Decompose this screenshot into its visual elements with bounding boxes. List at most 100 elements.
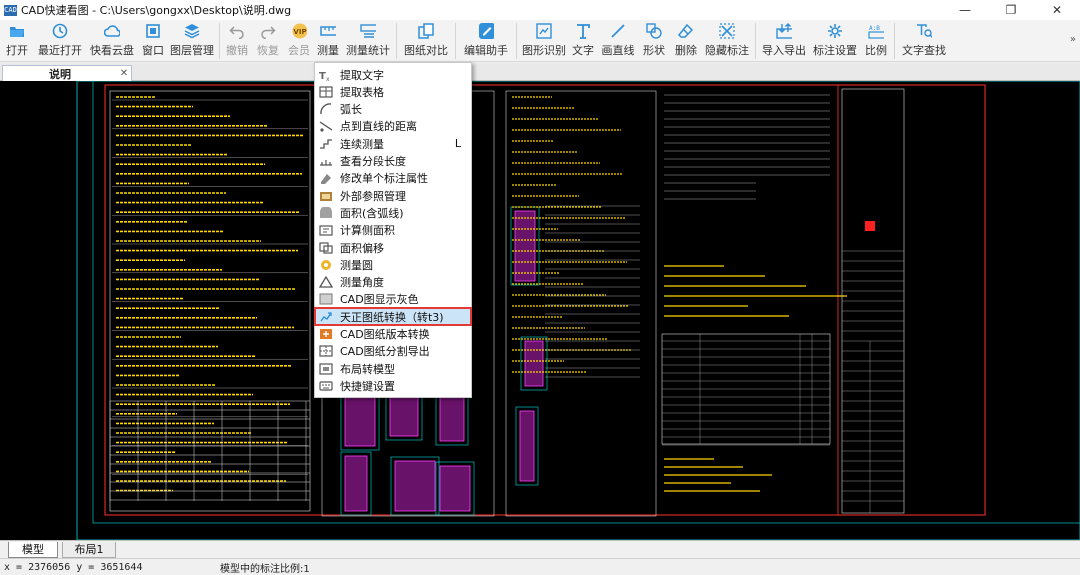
gray-display-icon [319,293,333,306]
close-tab-icon[interactable]: ✕ [117,68,131,79]
mark-settings-button[interactable]: 标注设置 [809,20,861,62]
undo-button[interactable]: 撤销 [223,20,251,62]
toolbar-divider [894,23,895,59]
status-bar: x = 2376056 y = 3651644 模型中的标注比例:1 [0,558,1080,575]
menu-item[interactable]: 查看分段长度 [315,153,471,170]
drawing-frame [104,84,986,516]
recent-files-button[interactable]: 最近打开 [34,20,86,62]
folder-open-icon [9,23,25,39]
menu-item[interactable]: 连续测量 L [315,135,471,152]
extract-table-icon [319,85,333,98]
gear-icon [827,23,843,39]
svg-text:VIP: VIP [293,28,306,36]
restore-button[interactable]: ❐ [988,0,1034,20]
tab-layout1[interactable]: 布局1 [62,542,116,558]
menu-item-label: CAD图纸版本转换 [340,328,430,341]
menu-item-shortcut: L [454,137,461,151]
cad-viewer-window: CAD CAD快速看图 - C:\Users\gongxx\Desktop\说明… [0,0,1080,575]
vip-button[interactable]: VIP 会员 [285,20,313,62]
menu-item[interactable]: CAD图纸分割导出 [315,343,471,360]
menu-item[interactable]: 测量角度 [315,274,471,291]
menu-item-label: 提取文字 [340,68,384,82]
more-tools-menu: Tx 提取文字 提取表格弧长点到直线的距离 连续测量 L 查看分段长度修改单个标注属性外部… [314,62,472,398]
hide-marks-label: 隐藏标注 [705,44,749,57]
arc-length-icon [319,103,333,116]
edit-mark-icon [319,172,333,185]
title-bar: CAD CAD快速看图 - C:\Users\gongxx\Desktop\说明… [0,0,1080,20]
compare-label: 图纸对比 [404,44,448,57]
eraser-icon [678,23,694,39]
menu-item-label: 外部参照管理 [340,189,406,203]
toolbar-overflow-icon[interactable]: » [1070,34,1076,45]
scale-button[interactable]: A:B 比例 [861,20,891,62]
app-logo-icon: CAD [4,4,17,16]
hide-marks-icon [719,23,735,39]
text-search-button[interactable]: 文字查找 [898,20,950,62]
menu-item[interactable]: Tx 提取文字 [315,66,471,83]
cloud-drive-button[interactable]: 快看云盘 [86,20,138,62]
menu-item[interactable]: 修改单个标注属性 [315,170,471,187]
menu-item-label: 连续测量 [340,137,384,151]
menu-item-label: 点到直线的距离 [340,120,417,134]
window-controls: — ❐ ✕ [942,0,1080,20]
delete-button[interactable]: 删除 [670,20,702,62]
recent-label: 最近打开 [38,44,82,57]
main-toolbar: 打开 最近打开 快看云盘 窗口 图层管理 撤销 恢复 VIP 会员 测量 测量统… [0,20,1080,62]
shape-icon [646,23,662,39]
layer-manager-button[interactable]: 图层管理 [168,20,216,62]
menu-item[interactable]: 外部参照管理 [315,187,471,204]
shape-button[interactable]: 形状 [638,20,670,62]
toolbar-divider [396,23,397,59]
document-tab[interactable]: 说明 ✕ [2,65,132,81]
menu-item[interactable]: 提取表格 [315,83,471,100]
cloud-label: 快看云盘 [90,44,134,57]
toolbar-divider [516,23,517,59]
version-convert-icon [319,328,333,341]
menu-item[interactable]: 布局转模型 [315,360,471,377]
menu-item[interactable]: 面积偏移 [315,239,471,256]
line-icon [610,23,626,39]
section-hatch [344,455,368,512]
drawing-canvas[interactable] [0,81,1080,540]
open-button[interactable]: 打开 [0,20,34,62]
compare-drawings-button[interactable]: 图纸对比 [400,20,452,62]
split-export-icon [319,345,333,358]
layers-label: 图层管理 [170,44,214,57]
hide-marks-button[interactable]: 隐藏标注 [702,20,752,62]
assistant-label: 编辑助手 [464,44,508,57]
menu-item[interactable]: CAD图显示灰色 [315,291,471,308]
vip-badge-icon: VIP [291,23,307,39]
menu-item-label: 查看分段长度 [340,155,406,168]
menu-item-label: 弧长 [340,103,362,117]
menu-item[interactable]: 点到直线的距离 [315,118,471,135]
shape-recognition-button[interactable]: 图形识别 [520,20,568,62]
window-icon [145,23,161,39]
menu-item[interactable]: 计算侧面积 [315,222,471,239]
menu-item-label: CAD图纸分割导出 [340,345,430,359]
menu-item[interactable]: 弧长 [315,101,471,118]
menu-item[interactable]: 天正图纸转换（转t3) [314,307,472,327]
menu-item-label: 天正图纸转换（转t3) [340,310,444,324]
svg-text:A:B: A:B [869,25,880,32]
minimize-button[interactable]: — [942,0,988,20]
menu-item[interactable]: 测量圆 [315,256,471,273]
measure-stats-button[interactable]: 测量统计 [343,20,393,62]
redo-button[interactable]: 恢复 [251,20,285,62]
draw-line-button[interactable]: 画直线 [598,20,638,62]
menu-item[interactable]: CAD图纸版本转换 [315,326,471,343]
tab-model[interactable]: 模型 [8,542,58,558]
cad-drawing [76,81,1080,540]
layout-to-model-icon [319,362,333,375]
import-export-button[interactable]: 导入导出 [759,20,809,62]
close-window-button[interactable]: ✕ [1034,0,1080,20]
undo-label: 撤销 [226,44,248,57]
edit-assistant-button[interactable]: 编辑助手 [459,20,513,62]
menu-item[interactable]: 快捷键设置 [315,377,471,394]
scale-label: 比例 [865,44,887,57]
text-tool-button[interactable]: 文字 [568,20,598,62]
menu-item-label: 面积偏移 [340,241,384,255]
measure-button[interactable]: 测量 [313,20,343,62]
cursor-coordinates: x = 2376056 y = 3651644 [4,561,143,573]
window-button[interactable]: 窗口 [138,20,168,62]
menu-item[interactable]: 面积(含弧线) [315,204,471,221]
